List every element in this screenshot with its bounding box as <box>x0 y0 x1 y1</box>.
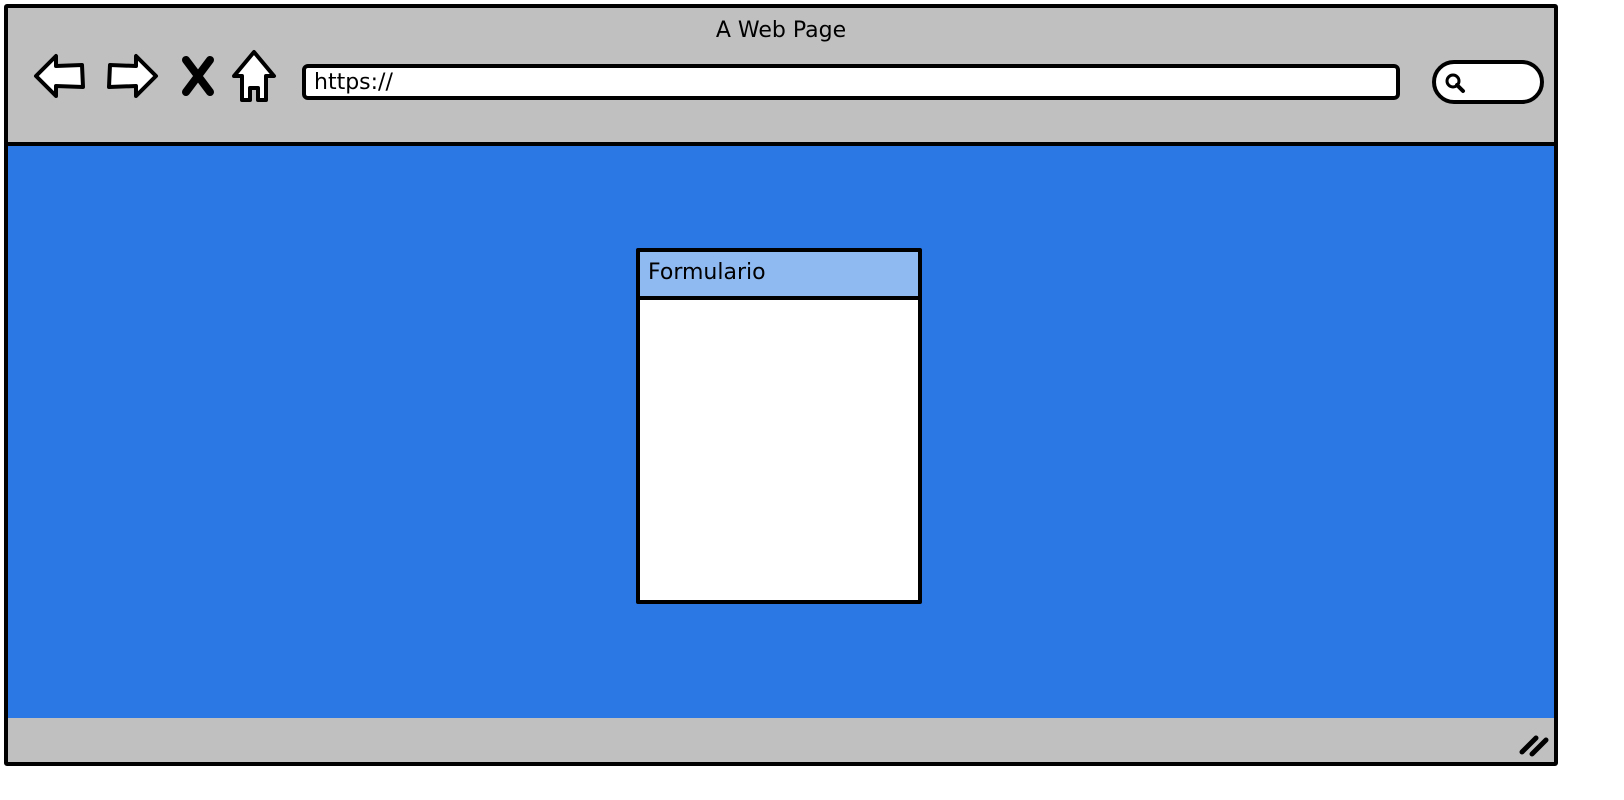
search-icon <box>1445 73 1465 93</box>
form-title: Formulario <box>648 260 766 285</box>
form-panel: Formulario <box>636 248 922 604</box>
back-arrow-icon[interactable] <box>32 48 88 104</box>
resize-grip-icon[interactable] <box>1518 730 1550 758</box>
search-input[interactable] <box>1432 60 1544 104</box>
url-input[interactable] <box>302 64 1400 100</box>
page-content: Formulario <box>8 146 1554 726</box>
home-icon[interactable] <box>230 48 278 104</box>
window-title: A Web Page <box>715 18 847 43</box>
forward-arrow-icon[interactable] <box>104 48 160 104</box>
status-bar <box>8 718 1554 762</box>
browser-window: A Web Page https:// Formulario <box>4 4 1558 766</box>
browser-toolbar: A Web Page <box>8 8 1554 146</box>
form-header: Formulario <box>640 252 918 300</box>
close-x-icon[interactable] <box>178 48 218 104</box>
